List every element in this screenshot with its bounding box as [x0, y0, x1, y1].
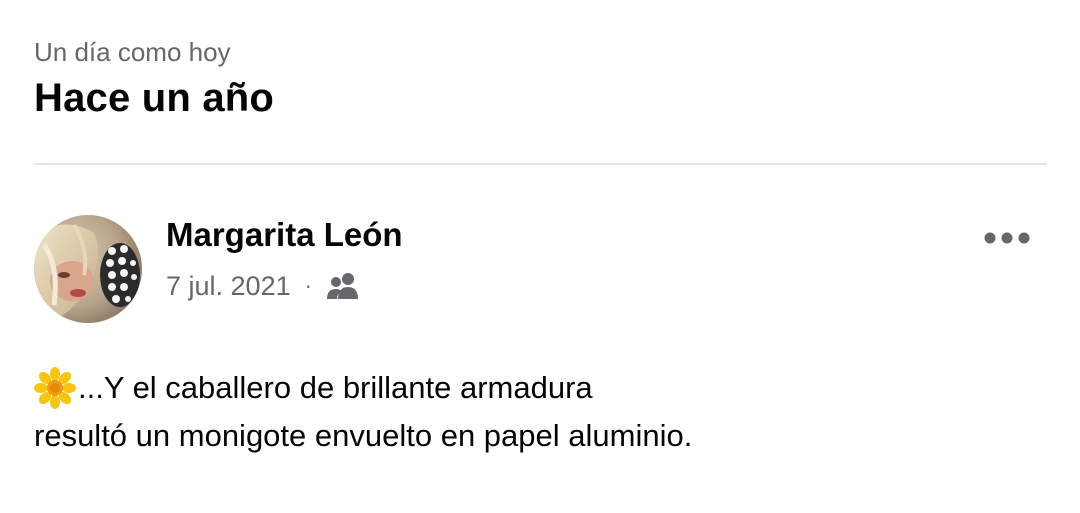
friends-icon	[326, 271, 360, 301]
avatar-photo	[34, 215, 142, 323]
avatar[interactable]	[34, 215, 142, 323]
post-body: ...Y el caballero de brillante armadura …	[34, 364, 1044, 460]
post-text-line-2: resultó un monigote envuelto en papel al…	[34, 418, 693, 453]
post-date[interactable]: 7 jul. 2021	[166, 271, 291, 302]
more-options-icon	[984, 232, 1030, 244]
memory-subtitle: Un día como hoy	[34, 37, 231, 67]
post-meta: 7 jul. 2021 ·	[166, 268, 360, 304]
post-line-2: resultó un monigote envuelto en papel al…	[34, 412, 1044, 460]
meta-separator: ·	[304, 273, 312, 298]
post-text-line-1: ...Y el caballero de brillante armadura	[78, 370, 593, 405]
memory-title: Hace un año	[34, 76, 275, 120]
memory-card: Un día como hoy Hace un año Margarita Le…	[0, 0, 1080, 513]
author-name[interactable]: Margarita León	[166, 214, 403, 256]
post-line-1: ...Y el caballero de brillante armadura	[34, 364, 1044, 412]
more-options-button[interactable]	[975, 220, 1039, 256]
divider	[34, 163, 1047, 165]
memory-header: Un día como hoy Hace un año	[34, 36, 274, 122]
blossom-icon	[34, 366, 78, 410]
